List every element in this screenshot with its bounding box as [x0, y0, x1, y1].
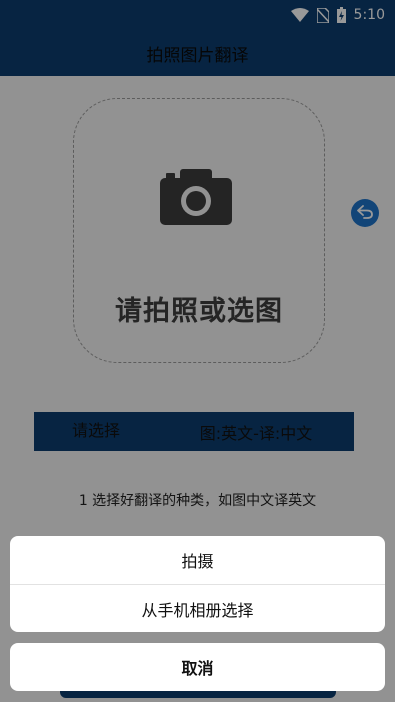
choose-from-album-option[interactable]: 从手机相册选择	[10, 585, 385, 632]
cancel-button[interactable]: 取消	[10, 643, 385, 691]
take-photo-option[interactable]: 拍摄	[10, 536, 385, 584]
action-sheet: 拍摄 从手机相册选择	[10, 536, 385, 632]
